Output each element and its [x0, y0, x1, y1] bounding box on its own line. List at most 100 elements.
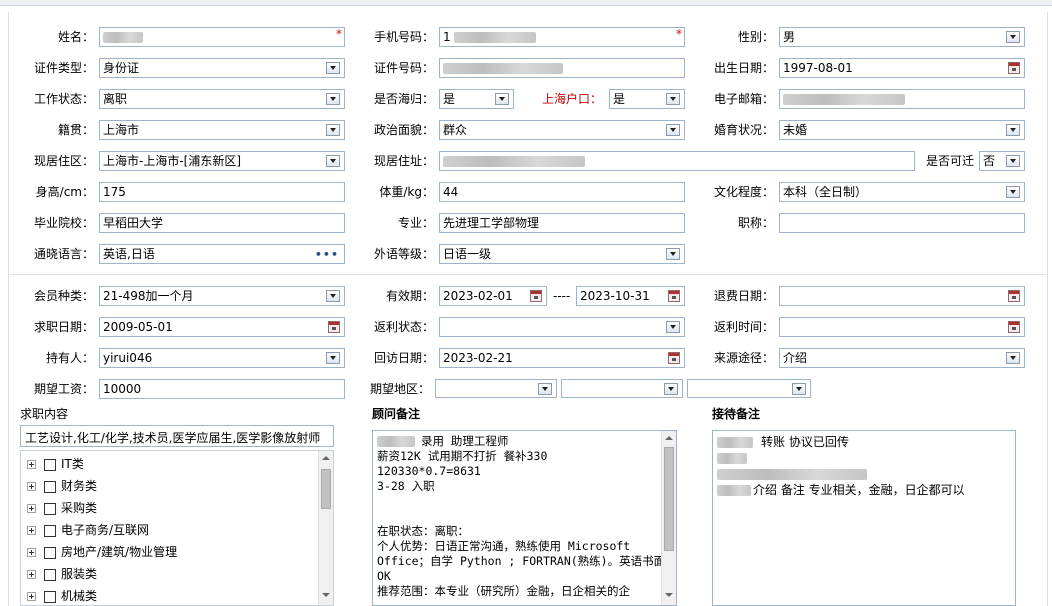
languages-field[interactable]: 英语,日语 •••: [99, 244, 345, 264]
chevron-down-icon[interactable]: [1006, 124, 1020, 136]
tree-item[interactable]: IT类: [27, 454, 84, 474]
chevron-down-icon[interactable]: [495, 93, 509, 105]
native-select[interactable]: 上海市: [99, 120, 345, 140]
checkbox[interactable]: [44, 546, 56, 559]
languages-label: 通晓语言：: [33, 247, 94, 261]
expected-salary-field[interactable]: 10000: [99, 379, 345, 399]
chevron-down-icon[interactable]: [666, 124, 680, 136]
email-field[interactable]: [779, 89, 1025, 109]
checkbox[interactable]: [44, 524, 56, 537]
expected-area-city-select[interactable]: [561, 379, 683, 398]
expand-icon[interactable]: [27, 482, 36, 491]
chevron-down-icon[interactable]: [1006, 31, 1020, 43]
major-field[interactable]: 先进理工学部物理: [439, 213, 685, 233]
checkbox[interactable]: [44, 568, 56, 581]
weight-field[interactable]: 44: [439, 182, 685, 202]
job-content-summary[interactable]: 工艺设计,化工/化学,技术员,医学应届生,医学影像放射师: [20, 425, 334, 447]
id-type-select[interactable]: 身份证: [99, 58, 345, 78]
source-select[interactable]: 介绍: [779, 348, 1025, 368]
mobile-field[interactable]: 1 *: [439, 27, 685, 47]
scroll-up-icon[interactable]: [665, 436, 673, 440]
scrollbar-thumb[interactable]: [321, 469, 331, 509]
work-status-select[interactable]: 离职: [99, 89, 345, 109]
chevron-down-icon[interactable]: [666, 93, 680, 105]
checkbox[interactable]: [44, 458, 56, 471]
name-field[interactable]: *: [99, 27, 345, 47]
sh-hukou-select[interactable]: 是: [609, 89, 685, 109]
chevron-down-icon[interactable]: [1006, 186, 1020, 198]
lang-level-select[interactable]: 日语一级: [439, 244, 685, 264]
tree-item[interactable]: 服装类: [27, 564, 97, 584]
chevron-down-icon[interactable]: [326, 62, 340, 74]
job-category-tree[interactable]: IT类 财务类 采购类 电子商务/互联网 房地产/建筑/物业管理 服装类 机械类: [20, 450, 334, 606]
scrollbar-thumb[interactable]: [664, 447, 674, 551]
returnee-select[interactable]: 是: [439, 89, 514, 109]
marital-select[interactable]: 未婚: [779, 120, 1025, 140]
chevron-down-icon[interactable]: [666, 248, 680, 260]
relocate-select[interactable]: 否: [979, 151, 1025, 171]
visit-date-field[interactable]: 2023-02-21: [439, 348, 685, 368]
political-select[interactable]: 群众: [439, 120, 685, 140]
chevron-down-icon[interactable]: [666, 321, 680, 333]
calendar-icon[interactable]: [1008, 290, 1020, 302]
scroll-up-icon[interactable]: [322, 456, 330, 460]
scroll-down-icon[interactable]: [322, 593, 330, 597]
chevron-down-icon[interactable]: [326, 352, 340, 364]
chevron-down-icon[interactable]: [326, 155, 340, 167]
calendar-icon[interactable]: [668, 290, 680, 302]
consultant-notes-textarea[interactable]: 录用 助理工程师 薪资12K 试用期不打折 餐补330 120330*0.7=8…: [372, 430, 677, 606]
calendar-icon[interactable]: [1008, 321, 1020, 333]
valid-from-field[interactable]: 2023-02-01: [439, 286, 547, 306]
title-field[interactable]: [779, 213, 1025, 233]
checkbox[interactable]: [44, 502, 56, 515]
member-type-select[interactable]: 21-498加一个月: [99, 286, 345, 306]
calendar-icon[interactable]: [1008, 62, 1020, 74]
tree-item[interactable]: 机械类: [27, 586, 97, 605]
valid-to-field[interactable]: 2023-10-31: [576, 286, 685, 306]
expand-icon[interactable]: [27, 526, 36, 535]
checkbox[interactable]: [44, 590, 56, 603]
gender-select[interactable]: 男: [779, 27, 1025, 47]
school-field[interactable]: 早稻田大学: [99, 213, 345, 233]
job-date-field[interactable]: 2009-05-01: [99, 317, 345, 337]
expand-icon[interactable]: [27, 592, 36, 601]
rebate-status-select[interactable]: [439, 317, 685, 337]
checkbox[interactable]: [44, 480, 56, 493]
scroll-down-icon[interactable]: [665, 593, 673, 597]
more-options-icon[interactable]: •••: [315, 246, 339, 263]
chevron-down-icon[interactable]: [326, 124, 340, 136]
expected-area-province-select[interactable]: [435, 379, 557, 398]
expand-icon[interactable]: [27, 548, 36, 557]
expand-icon[interactable]: [27, 504, 36, 513]
chevron-down-icon[interactable]: [664, 383, 678, 395]
residence-area-select[interactable]: 上海市-上海市-[浦东新区]: [99, 151, 345, 171]
tree-item[interactable]: 财务类: [27, 476, 97, 496]
expected-area-district-select[interactable]: [687, 379, 811, 398]
chevron-down-icon[interactable]: [538, 383, 552, 395]
rebate-time-field[interactable]: [779, 317, 1025, 337]
notes-scrollbar[interactable]: [661, 431, 676, 605]
holder-select[interactable]: yirui046: [99, 348, 345, 368]
refund-date-field[interactable]: [779, 286, 1025, 306]
expand-icon[interactable]: [27, 570, 36, 579]
redacted-value: [377, 436, 415, 447]
reception-notes-textarea[interactable]: 转账 协议已回传 介绍 备注 专业相关，金融，日企都可以: [712, 430, 1016, 606]
height-field[interactable]: 175: [99, 182, 345, 202]
id-no-field[interactable]: [439, 58, 685, 78]
chevron-down-icon[interactable]: [326, 93, 340, 105]
tree-item[interactable]: 采购类: [27, 498, 97, 518]
calendar-icon[interactable]: [530, 290, 542, 302]
education-select[interactable]: 本科（全日制）: [779, 182, 1025, 202]
tree-item[interactable]: 电子商务/互联网: [27, 520, 149, 540]
address-field[interactable]: [439, 151, 915, 171]
tree-scrollbar[interactable]: [318, 451, 333, 605]
calendar-icon[interactable]: [668, 352, 680, 364]
tree-item[interactable]: 房地产/建筑/物业管理: [27, 542, 177, 562]
chevron-down-icon[interactable]: [1006, 155, 1020, 167]
chevron-down-icon[interactable]: [1006, 352, 1020, 364]
birth-date-field[interactable]: 1997-08-01: [779, 58, 1025, 78]
expand-icon[interactable]: [27, 460, 36, 469]
calendar-icon[interactable]: [328, 321, 340, 333]
chevron-down-icon[interactable]: [326, 290, 340, 302]
chevron-down-icon[interactable]: [792, 383, 806, 395]
